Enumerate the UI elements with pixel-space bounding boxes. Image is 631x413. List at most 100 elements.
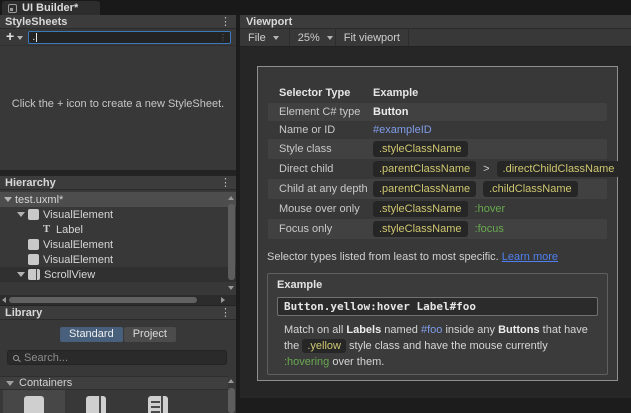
tree-item-visualelement[interactable]: VisualElement: [0, 237, 236, 252]
hierarchy-tree: test.uxml* VisualElement T Label VisualEleme…: [0, 190, 236, 294]
hierarchy-pane: Hierarchy ⋮ test.uxml* VisualElement T Labe…: [0, 176, 236, 305]
table-row: Mouse over only .styleClassName:hover: [268, 199, 607, 219]
example-part: .childClassName: [483, 181, 578, 197]
ui-builder-window: UI Builder* StyleSheets ⋮ + . ⋮ Click th…: [0, 0, 631, 413]
tree-item-label: Label: [56, 223, 83, 236]
table-row: Child at any depth .parentClassName .child…: [268, 179, 607, 199]
description-part: inside any: [442, 324, 499, 336]
row-example: Button: [373, 106, 607, 118]
specificity-note: Selector types listed from least to most…: [267, 251, 611, 263]
hierarchy-menu-icon[interactable]: ⋮: [220, 177, 231, 188]
chevron-down-icon: [326, 36, 333, 40]
scroll-right-icon[interactable]: [221, 297, 225, 303]
zoom-level-value: 25%: [297, 31, 320, 44]
stylesheets-body: Click the + icon to create a new StyleSh…: [0, 46, 236, 169]
left-column: StyleSheets ⋮ + . ⋮ Click the + icon to …: [0, 15, 236, 413]
scrollbar-thumb[interactable]: [9, 297, 197, 303]
stylesheets-title: StyleSheets: [5, 15, 68, 28]
visual-element-icon: [28, 239, 39, 250]
scroll-view-icon: [86, 396, 106, 413]
note-text: Selector types listed from least to most…: [267, 251, 502, 263]
description-part: :hovering: [284, 356, 330, 368]
zoom-level-dropdown[interactable]: 25%: [290, 29, 336, 46]
example-part: >: [483, 163, 490, 175]
scroll-down-icon[interactable]: [228, 286, 234, 290]
row-example: .styleClassName: [373, 141, 607, 157]
list-view-icon: [148, 396, 168, 413]
row-label: Child at any depth: [279, 183, 368, 195]
file-menu-button[interactable]: File: [240, 29, 290, 46]
example-title: Example: [277, 279, 323, 291]
fit-viewport-button[interactable]: Fit viewport: [336, 29, 409, 46]
viewport-header: Viewport: [240, 15, 631, 29]
scroll-left-icon[interactable]: [2, 297, 6, 303]
hierarchy-title: Hierarchy: [5, 176, 56, 189]
tree-item-visualelement[interactable]: VisualElement: [0, 207, 236, 222]
library-tile-visual-element-tile[interactable]: [3, 390, 65, 413]
visual-element-icon: [24, 396, 44, 413]
library-tile-scroll-view-tile[interactable]: [65, 390, 127, 413]
scrollbar-thumb[interactable]: [228, 388, 235, 413]
description-part: over them.: [329, 356, 385, 368]
library-vertical-scrollbar[interactable]: [228, 377, 235, 413]
stylesheets-menu-icon[interactable]: ⋮: [220, 16, 231, 27]
tab-standard[interactable]: Standard: [60, 327, 123, 342]
tree-item-label[interactable]: T Label: [0, 222, 236, 237]
row-label: Name or ID: [279, 124, 336, 136]
row-label: Mouse over only: [279, 203, 360, 215]
table-header-row: Selector Type Example: [268, 83, 607, 103]
table-row: Element C# type Button: [268, 103, 607, 121]
tree-item-label: VisualElement: [43, 253, 114, 266]
example-code-field[interactable]: Button.yellow:hover Label#foo: [277, 297, 598, 316]
scroll-up-icon[interactable]: [228, 379, 234, 383]
stylesheets-empty-message: Click the + icon to create a new StyleSh…: [11, 98, 225, 110]
learn-more-link[interactable]: Learn more: [502, 251, 558, 263]
column-header-example: Example: [373, 87, 419, 99]
chevron-down-icon: [6, 380, 14, 386]
file-menu-label: File: [248, 31, 266, 44]
scroll-up-icon[interactable]: [228, 196, 234, 200]
library-title: Library: [5, 306, 43, 319]
chevron-down-icon[interactable]: [17, 212, 25, 217]
row-label: Element C# type: [279, 106, 361, 118]
window-tab-title: UI Builder*: [22, 2, 79, 14]
tree-item-visualelement[interactable]: VisualElement: [0, 252, 236, 267]
chevron-down-icon[interactable]: [4, 197, 12, 202]
row-label: Focus only: [279, 223, 333, 235]
add-stylesheet-icon[interactable]: +: [3, 29, 15, 45]
library-pane: Library ⋮ Standard Project Search... Cont…: [0, 306, 236, 413]
row-example: .styleClassName:focus: [373, 221, 607, 237]
stylesheets-pane: StyleSheets ⋮ + . ⋮ Click the + icon to …: [0, 15, 236, 170]
section-title: Containers: [19, 377, 73, 389]
library-menu-icon[interactable]: ⋮: [220, 307, 231, 318]
tab-ui-builder[interactable]: UI Builder*: [2, 1, 100, 15]
column-header-selector-type: Selector Type: [279, 87, 351, 99]
chevron-down-icon: [272, 36, 279, 40]
viewport-title: Viewport: [246, 15, 293, 28]
library-header: Library ⋮: [0, 306, 236, 320]
canvas-document-panel[interactable]: Selector Type Example Element C# type Butto…: [257, 66, 621, 381]
chevron-down-icon[interactable]: [17, 272, 25, 277]
new-selector-value: .: [32, 31, 36, 43]
new-selector-input[interactable]: . ⋮: [28, 30, 231, 44]
library-search-input[interactable]: Search...: [7, 350, 227, 365]
hierarchy-horizontal-scrollbar[interactable]: [0, 295, 236, 305]
hierarchy-vertical-scrollbar[interactable]: [228, 194, 235, 294]
stylesheets-toolbar: + . ⋮: [0, 29, 236, 46]
scrollbar-thumb[interactable]: [228, 204, 235, 280]
table-row: Style class .styleClassName: [268, 139, 607, 159]
viewport-toolbar: File 25% Fit viewport: [240, 29, 631, 47]
library-tile-list-view-tile[interactable]: [127, 390, 189, 413]
description-part: Match on all: [284, 324, 347, 336]
tree-item-test-uxml-[interactable]: test.uxml*: [0, 192, 236, 207]
viewport-canvas[interactable]: Selector Type Example Element C# type Butto…: [240, 47, 631, 413]
tab-project[interactable]: Project: [123, 327, 176, 342]
visual-element-icon: [28, 209, 39, 220]
example-part: :focus: [474, 223, 504, 235]
tree-item-scrollview[interactable]: ScrollView: [0, 267, 236, 282]
ui-builder-window-icon: [8, 3, 17, 13]
section-containers[interactable]: Containers: [0, 376, 228, 390]
field-dots-icon: ⋮: [219, 32, 227, 42]
add-dropdown-caret-icon[interactable]: [17, 36, 24, 40]
example-part: .styleClassName: [373, 201, 468, 217]
